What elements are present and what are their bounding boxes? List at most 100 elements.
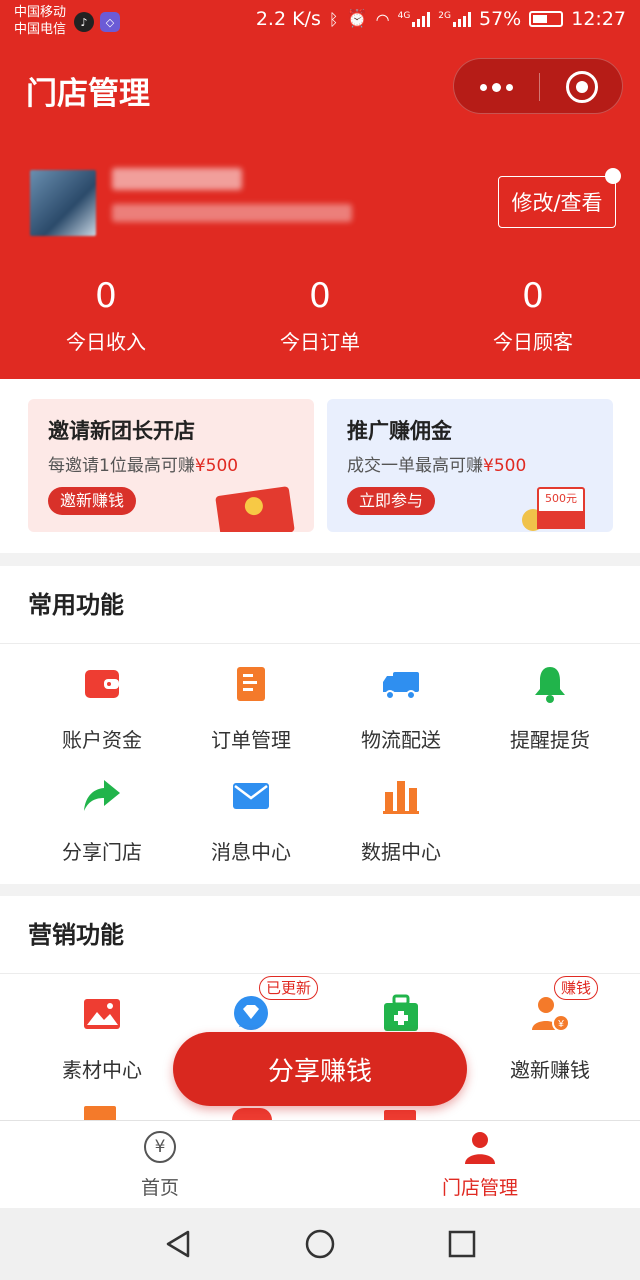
promo-invite-subtitle: 每邀请1位最高可赚¥500: [48, 451, 238, 476]
yen-glyph: ¥: [154, 1137, 166, 1157]
grid-item-pickup-reminder[interactable]: 提醒提货: [470, 664, 630, 753]
grid-item-label: 邀新赚钱: [510, 1058, 590, 1082]
promo-invite-title: 邀请新团长开店: [48, 419, 195, 443]
promo-area: 邀请新团长开店 每邀请1位最高可赚¥500 邀新赚钱 推广赚佣金 成交一单最高可…: [0, 379, 640, 553]
image-icon: [82, 994, 122, 1034]
stat-income-label: 今日收入: [66, 330, 146, 354]
updated-badge: 已更新: [259, 976, 319, 1000]
battery-percent: 57%: [479, 8, 522, 30]
carrier-1: 中国移动: [14, 5, 67, 20]
store-header: 门店管理 修改/查看 0 今日收入 0 今日订单 0 今日顾客: [0, 44, 640, 379]
bluetooth-icon: ᛒ: [328, 9, 339, 29]
cheque-icon: 500元: [537, 487, 585, 529]
grid-item-label: 数据中心: [361, 840, 441, 864]
notification-icons: ♪ ◇: [74, 12, 120, 32]
stat-customers[interactable]: 0 今日顾客: [453, 276, 613, 355]
tab-store-management[interactable]: 门店管理: [400, 1129, 560, 1200]
carrier-info: 中国移动 中国电信: [14, 4, 66, 38]
signal-2g-icon: 2G: [438, 11, 471, 27]
grid-item-label: 消息中心: [211, 840, 291, 864]
alarm-icon: ⏰: [346, 9, 368, 29]
stat-orders-value: 0: [309, 276, 331, 316]
app-notification-icon: ◇: [100, 12, 120, 32]
truck-icon: [381, 664, 421, 704]
grid-item-label: 订单管理: [211, 728, 291, 752]
promo-invite-amount: ¥500: [194, 456, 239, 476]
tab-home-label: 首页: [140, 1177, 179, 1199]
grid-item-label: 账户资金: [62, 728, 142, 752]
tab-store-label: 门店管理: [441, 1177, 518, 1199]
clock: 12:27: [571, 8, 626, 30]
home-circle-icon[interactable]: [304, 1228, 336, 1260]
stat-customers-label: 今日顾客: [493, 330, 573, 354]
page-title: 门店管理: [26, 76, 150, 112]
promo-commission-card[interactable]: 推广赚佣金 成交一单最高可赚¥500 立即参与 500元: [327, 399, 613, 532]
share-icon: [82, 776, 122, 816]
join-now-button[interactable]: 立即参与: [347, 487, 436, 515]
edit-view-button[interactable]: 修改/查看: [498, 176, 616, 228]
mail-icon: [231, 776, 271, 816]
back-icon[interactable]: [162, 1228, 194, 1260]
carrier-2: 中国电信: [14, 22, 67, 37]
grid-item-data-center[interactable]: 数据中心: [321, 776, 481, 865]
net-4g-label: 4G: [397, 11, 411, 21]
grid-item-logistics[interactable]: 物流配送: [321, 664, 481, 753]
grid-item-label: 素材中心: [62, 1058, 142, 1082]
grid-item-invite-earn[interactable]: ¥ 赚钱 邀新赚钱: [470, 976, 630, 1083]
user-money-icon: ¥: [530, 994, 570, 1034]
status-bar: 中国移动 中国电信 ♪ ◇ 2.2 K/s ᛒ ⏰ ◠ 4G 2G 57% 12…: [0, 0, 640, 44]
store-avatar: [30, 170, 96, 236]
store-name-blurred: [112, 168, 242, 190]
recents-square-icon[interactable]: [446, 1228, 478, 1260]
close-mini-program-button[interactable]: [566, 71, 598, 103]
capsule-divider: [539, 73, 540, 101]
promo-commission-title: 推广赚佣金: [347, 419, 452, 443]
wallet-icon: [82, 664, 122, 704]
tab-home[interactable]: ¥ 首页: [80, 1129, 240, 1200]
order-icon: [231, 664, 271, 704]
more-options-button[interactable]: [454, 59, 539, 115]
bar-chart-icon: [381, 776, 421, 816]
grid-item-label: 分享门店: [62, 840, 142, 864]
net-2g-label: 2G: [438, 11, 451, 21]
common-functions-title: 常用功能: [0, 566, 640, 644]
stat-orders-label: 今日订单: [280, 330, 360, 354]
grid-item-material-center[interactable]: 素材中心: [22, 994, 182, 1083]
grid-item-updated-feature[interactable]: 已更新: [171, 976, 331, 1034]
grid-item-share-store[interactable]: 分享门店: [22, 776, 182, 865]
promo-commission-subtitle-text: 成交一单最高可赚: [347, 456, 483, 476]
medkit-icon: [381, 994, 421, 1034]
grid-item-label: 提醒提货: [510, 728, 590, 752]
share-earn-button[interactable]: 分享赚钱: [173, 1032, 467, 1106]
grid-item-order-management[interactable]: 订单管理: [171, 664, 331, 753]
promo-invite-card[interactable]: 邀请新团长开店 每邀请1位最高可赚¥500 邀新赚钱: [28, 399, 314, 532]
promo-commission-amount: ¥500: [483, 456, 527, 476]
invite-earn-button[interactable]: 邀新赚钱: [48, 487, 137, 515]
signal-4g-icon: 4G: [398, 11, 431, 27]
stat-income[interactable]: 0 今日收入: [26, 276, 186, 355]
stat-income-value: 0: [95, 276, 117, 316]
stat-orders[interactable]: 0 今日订单: [240, 276, 400, 355]
yen-circle-icon: ¥: [142, 1129, 178, 1165]
wifi-icon: ◠: [375, 9, 390, 29]
promo-invite-subtitle-text: 每邀请1位最高可赚: [48, 456, 195, 476]
promo-commission-subtitle: 成交一单最高可赚¥500: [347, 451, 526, 476]
tiktok-icon: ♪: [74, 12, 94, 32]
partial-icon-1: [84, 1106, 116, 1120]
svg-text:¥: ¥: [557, 1019, 564, 1030]
grid-item-label: 物流配送: [361, 728, 441, 752]
red-envelope-icon: [215, 486, 295, 532]
grid-item-toolbox[interactable]: [321, 994, 481, 1034]
grid-item-account-funds[interactable]: 账户资金: [22, 664, 182, 753]
mini-program-capsule: [453, 58, 623, 114]
common-functions-section: 常用功能 账户资金 订单管理 物流配送 提醒提货 分享门店 消息中心 数据中心: [0, 566, 640, 884]
grid-item-message-center[interactable]: 消息中心: [171, 776, 331, 865]
stat-customers-value: 0: [522, 276, 544, 316]
user-icon: [462, 1129, 498, 1165]
earn-badge: 赚钱: [554, 976, 599, 1000]
system-nav-bar: [0, 1208, 640, 1280]
network-speed: 2.2 K/s: [255, 8, 321, 30]
tab-bar: ¥ 首页 门店管理: [0, 1120, 640, 1208]
store-address-blurred: [112, 204, 352, 222]
notification-dot: [605, 168, 621, 184]
